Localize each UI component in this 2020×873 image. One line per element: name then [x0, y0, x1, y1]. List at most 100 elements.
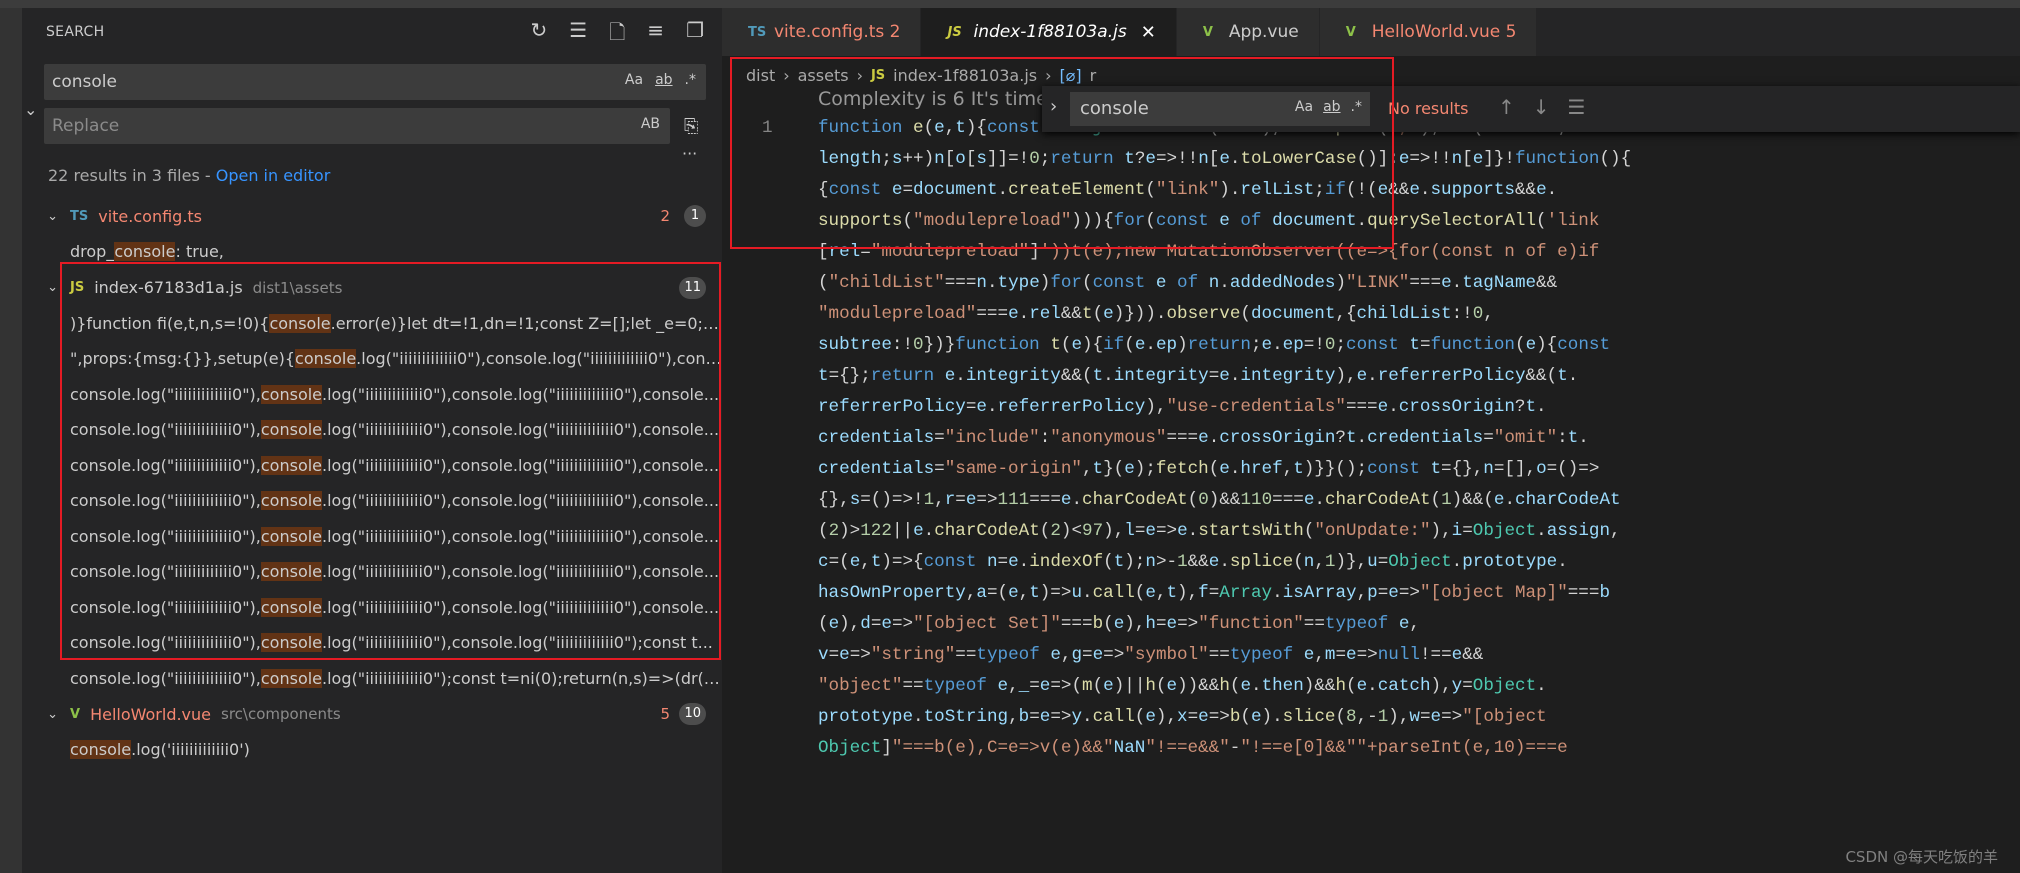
tab-app-vue[interactable]: V App.vue — [1176, 8, 1320, 56]
replace-input[interactable]: Replace AB — [44, 108, 670, 144]
match-highlight: console — [260, 491, 323, 510]
results-summary: 22 results in 3 files - Open in editor — [48, 166, 330, 185]
next-match-icon[interactable]: ↓ — [1533, 95, 1550, 119]
breadcrumb-item[interactable]: dist — [746, 66, 775, 85]
match-suffix: .log("iiiiiiiiiiiii0"),console.log("iiii… — [356, 349, 722, 368]
match-line[interactable]: console.log("iiiiiiiiiiiii0"),console.lo… — [22, 483, 722, 519]
toggle-replace-chevron-icon[interactable]: ⌄ — [24, 100, 37, 119]
file-result[interactable]: ⌄ TS vite.config.ts 2 1 — [22, 198, 722, 234]
chevron-down-icon[interactable]: ⌄ — [22, 209, 70, 224]
file-type-icon: V — [1345, 24, 1356, 40]
code-line: subtree:!0})}function t(e){if(e.ep)retur… — [818, 335, 1611, 355]
match-prefix: console.log("iiiiiiiiiiiii0"), — [70, 455, 261, 475]
file-result[interactable]: ⌄ JS index-67183d1a.js dist1\assets 11 — [22, 270, 722, 306]
match-suffix: .log("iiiiiiiiiiiii0"),console.log("iiii… — [322, 455, 720, 475]
match-highlight: console — [260, 384, 323, 404]
search-input-value: console — [52, 72, 117, 92]
previous-match-icon[interactable]: ↑ — [1498, 95, 1515, 119]
match-line[interactable]: ",props:{msg:{}},setup(e){console.log("i… — [22, 341, 722, 377]
sidebar-actions: ↻ ☰ 🗋 ≡ ❐ — [531, 18, 705, 52]
file-type-icon: V — [70, 706, 81, 722]
tab-helloworld-vue[interactable]: V HelloWorld.vue 5 — [1319, 8, 1538, 56]
preserve-case-icon[interactable]: AB — [641, 116, 660, 132]
chevron-right-icon: › — [783, 65, 790, 85]
match-line[interactable]: console.log("iiiiiiiiiiiii0"),console.lo… — [22, 412, 722, 448]
results-count: 22 results in 3 files - — [48, 166, 216, 185]
regex-icon[interactable]: .* — [685, 72, 696, 88]
file-result[interactable]: ⌄ V HelloWorld.vue src\components 5 10 — [22, 696, 722, 732]
match-prefix: console.log("iiiiiiiiiiiii0"), — [70, 562, 261, 581]
code-line: [rel="modulepreload"]'))t(e);new Mutatio… — [818, 242, 1600, 262]
match-highlight: console — [114, 242, 176, 261]
match-line[interactable]: drop_console: true, — [22, 234, 722, 270]
match-suffix: : true, — [175, 242, 224, 261]
match-whole-word-icon[interactable]: ab — [655, 72, 672, 88]
find-input[interactable]: console Aa ab .* — [1070, 92, 1370, 126]
match-count-badge: 10 — [679, 703, 706, 725]
file-type-icon: V — [1202, 24, 1213, 40]
open-in-editor-link[interactable]: Open in editor — [216, 166, 331, 185]
breadcrumb-symbol[interactable]: r — [1090, 66, 1097, 85]
match-line[interactable]: console.log("iiiiiiiiiiiii0"),console.lo… — [22, 625, 722, 661]
find-in-selection-icon[interactable]: ☰ — [1568, 95, 1586, 119]
file-type-icon: JS — [947, 24, 962, 40]
match-highlight: console — [260, 455, 323, 475]
js-file-icon: JS — [870, 67, 886, 83]
chevron-down-icon[interactable]: ⌄ — [22, 280, 70, 295]
match-line[interactable]: console.log("iiiiiiiiiiiii0"),console.lo… — [22, 519, 722, 555]
replace-all-icon[interactable]: ⎘ — [684, 116, 698, 137]
match-case-icon[interactable]: Aa — [625, 72, 643, 88]
match-suffix: .log("iiiiiiiiiiiii0"),console.log("iiii… — [322, 633, 713, 652]
match-line[interactable]: console.log('iiiiiiiiiiiii0') — [22, 732, 722, 768]
match-prefix: console.log("iiiiiiiiiiiii0"), — [70, 491, 261, 510]
match-whole-word-icon[interactable]: ab — [1323, 99, 1340, 115]
match-suffix: .log("iiiiiiiiiiiii0"),console.log("iiii… — [322, 526, 720, 546]
match-line[interactable]: console.log("iiiiiiiiiiiii0"),console.lo… — [22, 377, 722, 413]
file-name: HelloWorld.vue — [90, 704, 212, 724]
match-line[interactable]: )}function fi(e,t,n,s=!0){console.error(… — [22, 306, 722, 342]
match-prefix: console.log("iiiiiiiiiiiii0"), — [70, 597, 261, 617]
collapse-icon[interactable]: ≡ — [647, 18, 664, 52]
new-search-editor-icon[interactable]: 🗋 — [609, 18, 625, 52]
code-line: prototype.toString,b=e=>y.call(e),x=e=>b… — [818, 707, 1547, 727]
match-prefix: )}function fi(e,t,n,s=!0){ — [70, 313, 270, 333]
code-line: "modulepreload"===e.rel&&t(e)})).observe… — [818, 304, 1494, 324]
match-line[interactable]: console.log("iiiiiiiiiiiii0"),console.lo… — [22, 448, 722, 484]
clear-results-icon[interactable]: ☰ — [569, 18, 587, 52]
tab-vite-config-ts[interactable]: TS vite.config.ts 2 — [722, 8, 922, 56]
regex-icon[interactable]: .* — [1351, 99, 1362, 115]
editor-tabs: TS vite.config.ts 2 JS index-1f88103a.js ✕ V A… — [722, 8, 2020, 56]
breadcrumb-item[interactable]: assets — [798, 66, 849, 85]
match-count-badge: 1 — [684, 205, 706, 227]
code-line: hasOwnProperty,a=(e,t)=>u.call(e,t),f=Ar… — [818, 583, 1610, 603]
code-line: c=(e,t)=>{const n=e.indexOf(t);n>-1&&e.s… — [818, 552, 1568, 572]
match-line[interactable]: console.log("iiiiiiiiiiiii0"),console.lo… — [22, 661, 722, 697]
match-case-icon[interactable]: Aa — [1295, 99, 1313, 115]
file-type-icon: JS — [70, 280, 85, 295]
breadcrumb-file[interactable]: index-1f88103a.js — [893, 66, 1037, 85]
code-line: "object"==typeof e,_=e=>(m(e)||h(e))&&h(… — [818, 676, 1547, 696]
code-line: supports("modulepreload"))){for(const e … — [818, 211, 1600, 231]
code-line: length;s++)n[o[s]]=!0;return t?e=>!!n[e.… — [818, 149, 1632, 169]
match-line[interactable]: console.log("iiiiiiiiiiiii0"),console.lo… — [22, 554, 722, 590]
symbol-variable-icon: [⌀] — [1059, 65, 1082, 85]
toggle-replace-chevron-icon[interactable]: › — [1050, 96, 1057, 117]
match-count-badge: 11 — [679, 276, 706, 299]
chevron-down-icon[interactable]: ⌄ — [22, 707, 70, 722]
match-prefix: ",props:{msg:{}},setup(e){ — [70, 349, 296, 368]
match-line[interactable]: console.log("iiiiiiiiiiiii0"),console.lo… — [22, 590, 722, 626]
match-suffix: .log("iiiiiiiiiiiii0");const t=ni(0);ret… — [322, 668, 722, 688]
results-tree: ⌄ TS vite.config.ts 2 1 drop_console: true, ⌄ J… — [22, 198, 722, 768]
tab-index-1f88103a-js[interactable]: JS index-1f88103a.js ✕ — [921, 8, 1177, 56]
view-as-tree-icon[interactable]: ❐ — [686, 18, 704, 52]
search-input[interactable]: console Aa ab .* — [44, 64, 706, 100]
close-icon[interactable]: ✕ — [1141, 22, 1156, 43]
match-highlight: console — [260, 597, 323, 617]
file-path: dist1\assets — [252, 278, 343, 297]
file-type-icon: TS — [70, 208, 89, 224]
more-options-icon[interactable]: ··· — [682, 144, 697, 163]
problem-count: 2 — [660, 207, 670, 225]
code-line: (e),d=e=>"[object Set]"===b(e),h=e=>"fun… — [818, 614, 1420, 634]
match-highlight: console — [269, 313, 331, 333]
refresh-icon[interactable]: ↻ — [531, 18, 548, 52]
